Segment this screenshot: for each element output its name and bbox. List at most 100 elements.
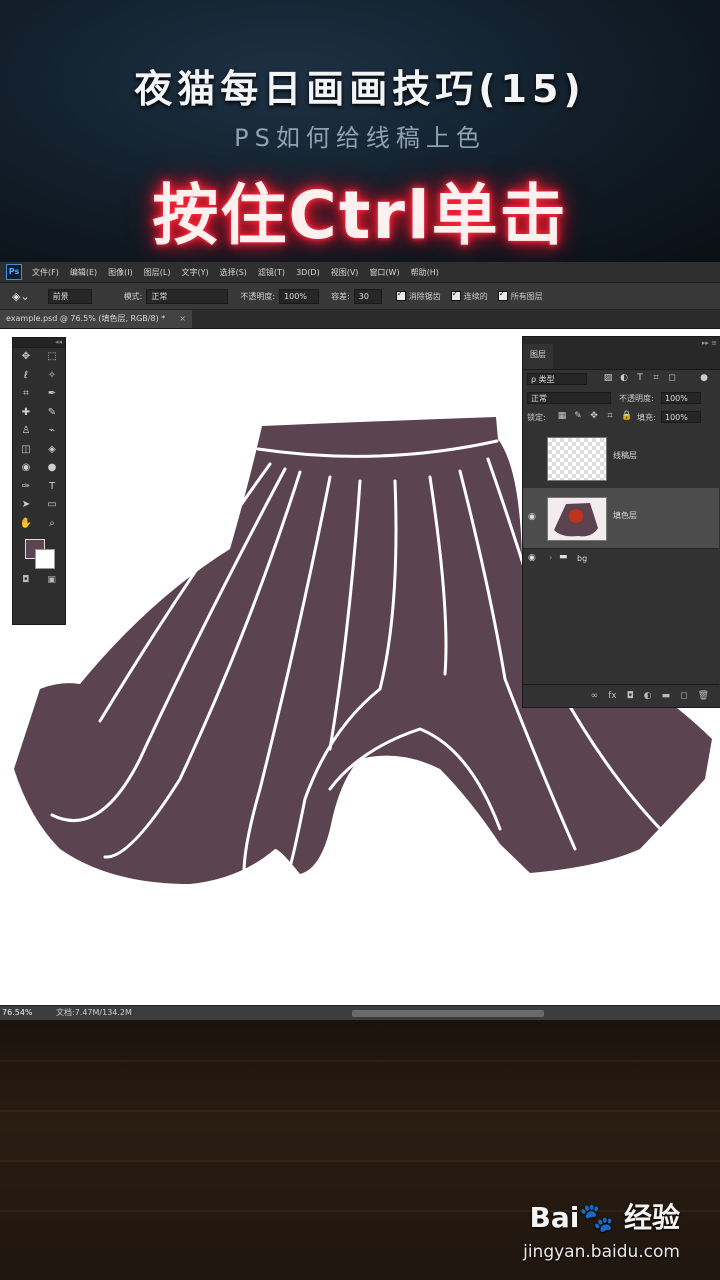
menu-3d[interactable]: 3D(D): [296, 268, 320, 277]
menu-filter[interactable]: 滤镜(T): [258, 267, 285, 278]
photoshop-logo-icon: Ps: [6, 264, 22, 280]
tolerance-input[interactable]: 30: [353, 288, 382, 304]
tool-icon[interactable]: ✚: [18, 406, 34, 420]
tool-icon[interactable]: ✥: [18, 350, 34, 364]
filter-toggle-icon[interactable]: ●: [699, 373, 709, 383]
screen-mode-icon[interactable]: ▣: [47, 575, 56, 585]
menu-select[interactable]: 选择(S): [220, 267, 247, 278]
tool-icon[interactable]: ✋: [18, 517, 34, 531]
video-subtitle: PS如何给线稿上色: [234, 124, 486, 152]
delete-layer-icon[interactable]: 🗑: [698, 691, 709, 701]
layer-filter-select[interactable]: ρ 类型: [527, 373, 587, 385]
panel-grip[interactable]: ◂◂: [13, 338, 65, 348]
filter-smart-icon[interactable]: ◻: [667, 373, 677, 383]
layer-opacity-input[interactable]: 100%: [661, 392, 701, 404]
options-bar: ◈⌄ 前景 模式: 正常 不透明度: 100% 容差: 30 消除锯齿 连续的 …: [0, 283, 720, 310]
tool-icon[interactable]: ✒: [44, 387, 60, 401]
filter-pixel-icon[interactable]: ▨: [603, 373, 613, 383]
document-tab-title: example.psd @ 76.5% (填色层, RGB/8) *: [6, 314, 166, 323]
layer-thumbnail-lineart: [547, 437, 607, 481]
tool-row: ℓ ✧: [13, 367, 65, 386]
layer-name-lineart[interactable]: 线稿层: [613, 450, 637, 461]
lock-move-icon[interactable]: ✥: [589, 411, 599, 421]
menu-file[interactable]: 文件(F): [32, 267, 59, 278]
lock-row: 锁定: ▦ ✎ ✥ ⌗ 🔒 填充: 100%: [523, 408, 720, 427]
lock-artboard-icon[interactable]: ⌗: [605, 411, 615, 421]
layers-footer: ∞ fx ◘ ◐ ▬ ◻ 🗑: [523, 684, 719, 707]
antialias-checkbox[interactable]: [395, 289, 406, 301]
paint-bucket-icon[interactable]: ◈⌄: [12, 290, 30, 303]
layer-name-fill[interactable]: 填色层: [613, 510, 637, 521]
menu-edit[interactable]: 编辑(E): [70, 267, 97, 278]
visibility-eye-icon[interactable]: ◉: [528, 512, 540, 522]
menu-view[interactable]: 视图(V): [331, 267, 359, 278]
tool-icon[interactable]: ℓ: [18, 369, 34, 383]
tool-icon[interactable]: ◫: [18, 443, 34, 457]
tool-icon[interactable]: ●: [44, 461, 60, 475]
lock-pixels-icon[interactable]: ▦: [557, 411, 567, 421]
adjustment-layer-icon[interactable]: ◐: [644, 691, 652, 701]
mode-select[interactable]: 正常: [146, 288, 229, 304]
tool-icon[interactable]: ◉: [18, 461, 34, 475]
contiguous-checkbox[interactable]: [450, 289, 461, 301]
all-layers-label: 所有图层: [510, 291, 543, 301]
tool-icon[interactable]: ⌁: [44, 424, 60, 438]
menu-layer[interactable]: 图层(L): [144, 267, 171, 278]
opacity-input[interactable]: 100%: [279, 288, 320, 304]
document-tab[interactable]: example.psd @ 76.5% (填色层, RGB/8) * ×: [0, 310, 192, 328]
layer-row-fill[interactable]: ◉ 填色层: [523, 488, 719, 549]
zoom-level[interactable]: 76.54%: [2, 1006, 33, 1020]
background-color-swatch[interactable]: [35, 549, 55, 569]
tool-icon[interactable]: ⌕: [44, 517, 60, 531]
all-layers-checkbox[interactable]: [497, 289, 508, 301]
menu-type[interactable]: 文字(Y): [181, 267, 208, 278]
layer-mask-icon[interactable]: ◘: [627, 691, 634, 701]
group-visibility-eye-icon[interactable]: ◉: [528, 553, 540, 563]
lock-brush-icon[interactable]: ✎: [573, 411, 583, 421]
tool-icon[interactable]: ⬚: [44, 350, 60, 364]
tool-icon[interactable]: ✎: [44, 406, 60, 420]
group-expand-chevron-icon[interactable]: ›: [549, 553, 552, 562]
tool-icon[interactable]: ✑: [18, 480, 34, 494]
layers-tab[interactable]: 图层: [523, 344, 553, 369]
tolerance-label: 容差:: [331, 291, 350, 301]
color-swatches: [13, 539, 65, 573]
tool-row: ✑ T: [13, 478, 65, 497]
new-group-icon[interactable]: ▬: [662, 691, 671, 701]
layers-panel: 图层 ▸▸ ≡ ρ 类型 ▨ ◐ T ⌗ ◻ ● 正常 不透明度: 100% 锁…: [522, 336, 720, 708]
lock-all-icon[interactable]: 🔒: [621, 411, 632, 421]
link-layers-icon[interactable]: ∞: [591, 691, 599, 701]
tool-icon[interactable]: ◈: [44, 443, 60, 457]
layer-style-icon[interactable]: fx: [608, 691, 617, 701]
tool-icon[interactable]: ▭: [44, 498, 60, 512]
tool-icon[interactable]: T: [44, 480, 60, 494]
group-name[interactable]: bg: [577, 554, 587, 563]
status-bar: 76.54% 文档:7.47M/134.2M: [0, 1005, 720, 1021]
menu-help[interactable]: 帮助(H): [411, 267, 439, 278]
bottom-background: [0, 1020, 720, 1280]
layer-row-lineart[interactable]: 线稿层: [523, 428, 719, 489]
new-layer-icon[interactable]: ◻: [680, 691, 687, 701]
lock-label: 锁定:: [527, 413, 546, 422]
panel-menu-icon[interactable]: ▸▸ ≡: [702, 339, 717, 347]
tools-panel: ◂◂ ✥ ⬚ ℓ ✧ ⌗ ✒ ✚ ✎ ♙ ⌁ ◫ ◈ ◉ ● ✑ T ➤ ▭ ✋ ⌕ ◘ ▣: [12, 337, 66, 625]
fill-source-select[interactable]: 前景: [47, 288, 92, 304]
filter-shape-icon[interactable]: ⌗: [651, 373, 661, 383]
tool-icon[interactable]: ➤: [18, 498, 34, 512]
tool-row: ➤ ▭: [13, 496, 65, 515]
blend-mode-select[interactable]: 正常: [527, 392, 611, 404]
tool-icon[interactable]: ⌗: [18, 387, 34, 401]
tool-icon[interactable]: ♙: [18, 424, 34, 438]
horizontal-scrollbar[interactable]: [352, 1010, 544, 1017]
menu-image[interactable]: 图像(I): [108, 267, 133, 278]
tool-icon[interactable]: ✧: [44, 369, 60, 383]
filter-adjust-icon[interactable]: ◐: [619, 373, 629, 383]
menu-window[interactable]: 窗口(W): [369, 267, 399, 278]
video-title: 夜猫每日画画技巧(15): [134, 67, 586, 111]
filter-type-icon[interactable]: T: [635, 373, 645, 383]
fill-input[interactable]: 100%: [661, 411, 701, 423]
close-tab-icon[interactable]: ×: [179, 310, 186, 328]
layer-group-bg[interactable]: ◉ › ▬ bg: [523, 549, 719, 569]
doc-size: 文档:7.47M/134.2M: [56, 1008, 132, 1017]
quick-mask-icon[interactable]: ◘: [22, 575, 29, 585]
